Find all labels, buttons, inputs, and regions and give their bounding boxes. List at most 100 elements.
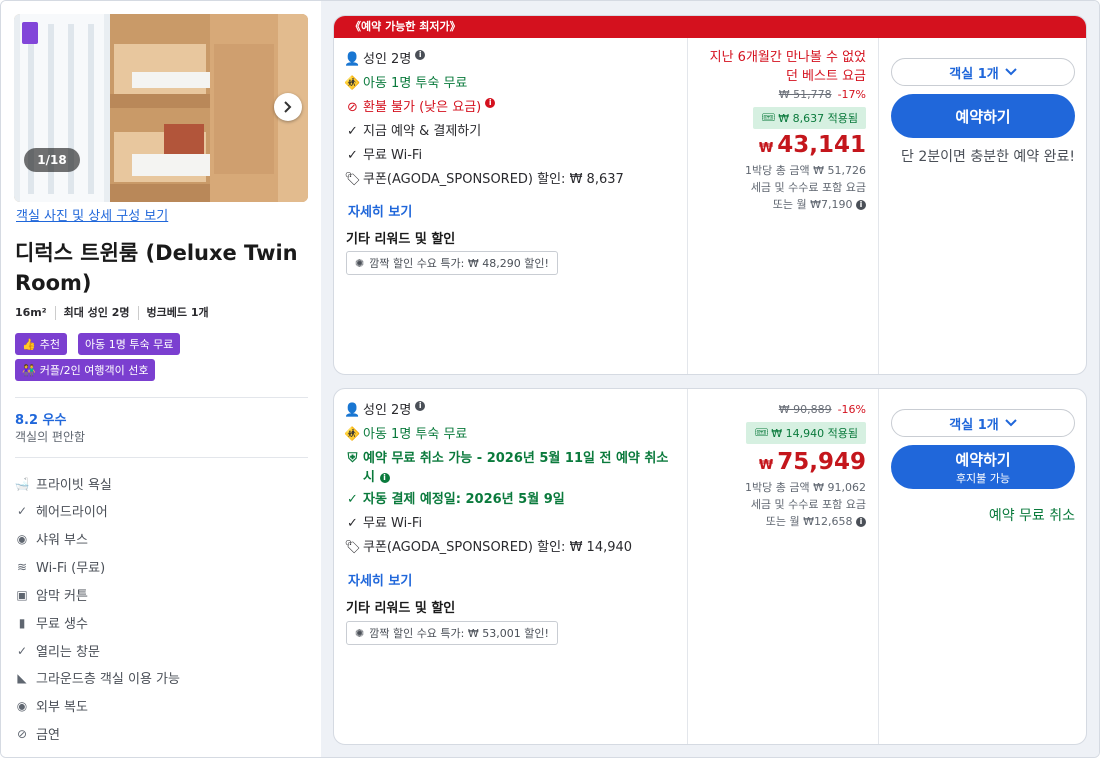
coupon-applied-text: ₩ 14,940 적용됨 xyxy=(771,426,858,440)
feature-text: 예약 무료 취소 가능 - 2026년 5월 11일 전 예약 취소 시 xyxy=(363,451,669,485)
feature-child-free: 🚸 아동 1명 투숙 무료 xyxy=(344,74,468,93)
amenity-blackout: ▣ 암막 커튼 xyxy=(15,585,88,605)
info-icon[interactable]: i xyxy=(485,98,496,108)
bed-type: 벙크베드 1개 xyxy=(137,306,217,320)
amenity-private-bathroom: 🛁 프라이빗 욕실 xyxy=(15,474,112,494)
person-icon: 👤 xyxy=(344,403,361,418)
monthly-price: 또는 월 ₩7,190 xyxy=(772,198,853,211)
no-smoking-icon: ⊘ xyxy=(16,726,28,741)
details-link[interactable]: 자세히 보기 xyxy=(348,201,412,220)
next-photo-button[interactable] xyxy=(274,93,302,121)
lowest-price-banner: 《예약 가능한 최저가》 xyxy=(334,16,1086,38)
room-photo[interactable]: 1/18 xyxy=(14,14,308,202)
divider xyxy=(15,457,308,458)
final-price: ₩75,949 xyxy=(759,449,866,475)
check-icon: ✓ xyxy=(16,503,28,518)
floor-icon: ◣ xyxy=(17,670,27,685)
blackout-icon: ▣ xyxy=(16,587,28,602)
feature-text: 환불 불가 (낮은 요금) xyxy=(363,100,482,115)
room-photos-link[interactable]: 객실 사진 및 상세 구성 보기 xyxy=(16,205,168,224)
coupon-applied-text: ₩ 8,637 적용됨 xyxy=(778,111,858,125)
child-icon: 🚸 xyxy=(344,427,361,442)
bottle-icon: ▮ xyxy=(18,615,26,630)
room-size: 16m² xyxy=(15,306,47,319)
info-icon[interactable]: i xyxy=(856,200,866,210)
coupon-applied: 🎟 ₩ 14,940 적용됨 xyxy=(746,421,866,444)
rewards-title: 기타 리워드 및 할인 xyxy=(346,232,456,247)
flash-deal-badge: ✺ 깜짝 할인 수요 특가: ₩ 48,290 할인! xyxy=(346,251,558,275)
feature-wifi: ✓ 무료 Wi-Fi xyxy=(346,514,422,533)
info-icon[interactable]: i xyxy=(415,50,426,60)
price-details: 1박당 총 금액 ₩ 91,062 세금 및 수수료 포함 요금 또는 월 ₩1… xyxy=(745,479,866,530)
room-score: 8.2 우수 xyxy=(15,413,67,428)
amenity-label: 샤워 부스 xyxy=(36,533,88,548)
amenity-label: 헤어드라이어 xyxy=(36,505,108,520)
details-link[interactable]: 자세히 보기 xyxy=(348,570,412,589)
amenity-shower: ◉ 샤워 부스 xyxy=(15,529,88,549)
info-icon[interactable]: i xyxy=(379,472,390,483)
amenity-label: 무료 생수 xyxy=(36,617,88,632)
total-per-night: 1박당 총 금액 ₩ 51,726 xyxy=(745,164,866,177)
best-rate-note: 지난 6개월간 만나볼 수 없었던 베스트 요금 xyxy=(709,50,866,84)
feature-text: 성인 2명 xyxy=(363,52,412,67)
room-score-label: 객실의 편안함 xyxy=(15,430,86,444)
feature-auto-pay: ✓ 자동 결제 예정일: 2026년 5월 9일 xyxy=(346,490,565,509)
room-count-select[interactable]: 객실 1개 xyxy=(891,58,1075,86)
feature-pay-now: ✓ 지금 예약 & 결제하기 xyxy=(346,122,481,141)
feature-coupon: 🏷 쿠폰(AGODA_SPONSORED) 할인: ₩ 8,637 xyxy=(344,170,624,189)
amenity-water: ▮ 무료 생수 xyxy=(15,613,88,633)
info-icon[interactable]: i xyxy=(415,401,426,411)
original-price-row: ₩ 51,778 -17% xyxy=(779,88,866,101)
amenity-ground-floor: ◣ 그라운드층 객실 이용 가능 xyxy=(15,668,180,688)
amenity-label: 그라운드층 객실 이용 가능 xyxy=(36,672,180,687)
quick-booking-note: 단 2분이면 충분한 예약 완료! xyxy=(901,149,1075,165)
feature-text: 무료 Wi-Fi xyxy=(363,516,423,531)
price-details: 1박당 총 금액 ₩ 51,726 세금 및 수수료 포함 요금 또는 월 ₩7… xyxy=(745,162,866,213)
book-label: 예약하기 xyxy=(955,107,1011,126)
price-value: 43,141 xyxy=(777,132,866,158)
currency: ₩ xyxy=(758,458,774,473)
book-button[interactable]: 예약하기 후지불 가능 xyxy=(891,445,1075,489)
feature-free-cancel: ⛨ 예약 무료 취소 가능 - 2026년 5월 11일 전 예약 취소 시 i xyxy=(346,449,676,487)
feature-text: 아동 1명 투숙 무료 xyxy=(363,76,468,91)
check-icon: ✓ xyxy=(347,492,358,507)
original-price-row: ₩ 90,889 -16% xyxy=(779,403,866,416)
monthly-row: 또는 월 ₩7,190 i xyxy=(745,196,866,213)
feature-child-free: 🚸 아동 1명 투숙 무료 xyxy=(344,425,467,444)
room-count-select[interactable]: 객실 1개 xyxy=(891,409,1075,437)
feature-text: 성인 2명 xyxy=(363,403,412,418)
amenity-label: 외부 복도 xyxy=(36,700,88,715)
room-info-column: 1/18 객실 사진 및 상세 구성 보기 디럭스 트윈룸 (Deluxe Tw… xyxy=(1,1,321,757)
rewards-title: 기타 리워드 및 할인 xyxy=(346,601,456,616)
room-photo-image xyxy=(14,14,308,202)
amenity-no-smoking: ⊘ 금연 xyxy=(15,724,60,744)
feature-adults: 👤 성인 2명 i xyxy=(344,50,426,69)
info-icon[interactable]: i xyxy=(856,517,866,527)
book-label: 예약하기 xyxy=(955,450,1011,469)
check-icon: ✓ xyxy=(347,124,358,139)
coupon-applied: 🎟 ₩ 8,637 적용됨 xyxy=(753,106,866,129)
tag-icon: 🏷 xyxy=(344,172,361,187)
final-price: ₩43,141 xyxy=(759,132,866,158)
photo-badge xyxy=(22,22,38,44)
thumbs-up-icon: 👍 xyxy=(22,337,36,351)
amenity-hallway: ◉ 외부 복도 xyxy=(15,696,88,716)
couple-icon: 👫 xyxy=(22,363,36,377)
amenity-wifi: ≋ Wi-Fi (무료) xyxy=(15,557,106,577)
price-column: ₩ 90,889 -16% 🎟 ₩ 14,940 적용됨 ₩75,949 1박당 총… xyxy=(688,389,878,744)
ticket-icon: 🎟 xyxy=(761,111,776,124)
feature-text: 쿠폰(AGODA_SPONSORED) 할인: ₩ 8,637 xyxy=(363,172,624,187)
no-refund-icon: ⊘ xyxy=(347,100,358,115)
tax-note: 세금 및 수수료 포함 요금 xyxy=(750,181,866,194)
amenity-label: Wi-Fi (무료) xyxy=(36,561,106,576)
price-column: 지난 6개월간 만나볼 수 없었던 베스트 요금 ₩ 51,778 -17% 🎟 ₩… xyxy=(688,38,878,374)
free-cancel-note: 예약 무료 취소 xyxy=(988,508,1075,524)
book-button[interactable]: 예약하기 xyxy=(891,94,1075,138)
shower-icon: ◉ xyxy=(16,531,28,546)
feature-text: 지금 예약 & 결제하기 xyxy=(363,124,482,139)
feature-text: 무료 Wi-Fi xyxy=(363,148,423,163)
ticket-icon: 🎟 xyxy=(754,426,769,439)
max-occupancy: 최대 성인 2명 xyxy=(54,306,138,320)
amenity-label: 암막 커튼 xyxy=(36,589,88,604)
offer-card: 👤 성인 2명 i 🚸 아동 1명 투숙 무료 ⛨ 예약 무료 취소 가능 - 202… xyxy=(333,388,1087,745)
